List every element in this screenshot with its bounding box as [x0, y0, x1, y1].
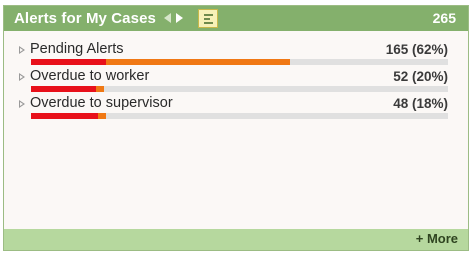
nav-right-arrow-icon[interactable]	[176, 13, 183, 23]
list-view-icon[interactable]	[198, 9, 218, 28]
alert-bar	[31, 59, 448, 65]
widget-footer: + More	[4, 229, 468, 250]
alert-label: Overdue to worker	[30, 68, 150, 84]
widget-header: Alerts for My Cases 265	[4, 6, 468, 31]
alert-label: Pending Alerts	[30, 41, 124, 57]
alert-row[interactable]: Overdue to worker 52 (20%)	[4, 68, 468, 97]
alert-row[interactable]: Overdue to supervisor 48 (18%)	[4, 95, 468, 124]
list-line	[204, 14, 213, 16]
bar-segment-red	[31, 59, 107, 65]
alert-value: 52 (20%)	[393, 69, 448, 84]
alert-value: 165 (62%)	[385, 42, 448, 57]
bar-segment-orange	[106, 59, 290, 65]
expand-caret-icon[interactable]	[19, 46, 25, 54]
bar-segment-orange	[97, 113, 107, 119]
expand-caret-icon[interactable]	[19, 73, 25, 81]
alerts-widget: Alerts for My Cases 265 Pending Alerts 1…	[3, 5, 469, 251]
widget-title: Alerts for My Cases	[14, 10, 156, 27]
more-link[interactable]: + More	[416, 231, 458, 246]
alert-bar	[31, 113, 448, 119]
alert-label: Overdue to supervisor	[30, 95, 173, 111]
bar-segment-red	[31, 86, 96, 92]
nav-left-arrow-icon[interactable]	[164, 13, 171, 23]
expand-caret-icon[interactable]	[19, 100, 25, 108]
list-line	[204, 18, 210, 20]
alert-value: 48 (18%)	[393, 96, 448, 111]
list-line	[204, 22, 213, 24]
total-count: 265	[432, 10, 456, 26]
alert-row[interactable]: Pending Alerts 165 (62%)	[4, 41, 468, 70]
alerts-list: Pending Alerts 165 (62%) Overdue to work…	[4, 41, 468, 124]
bar-segment-orange	[95, 86, 104, 92]
alert-bar	[31, 86, 448, 92]
bar-segment-red	[31, 113, 98, 119]
